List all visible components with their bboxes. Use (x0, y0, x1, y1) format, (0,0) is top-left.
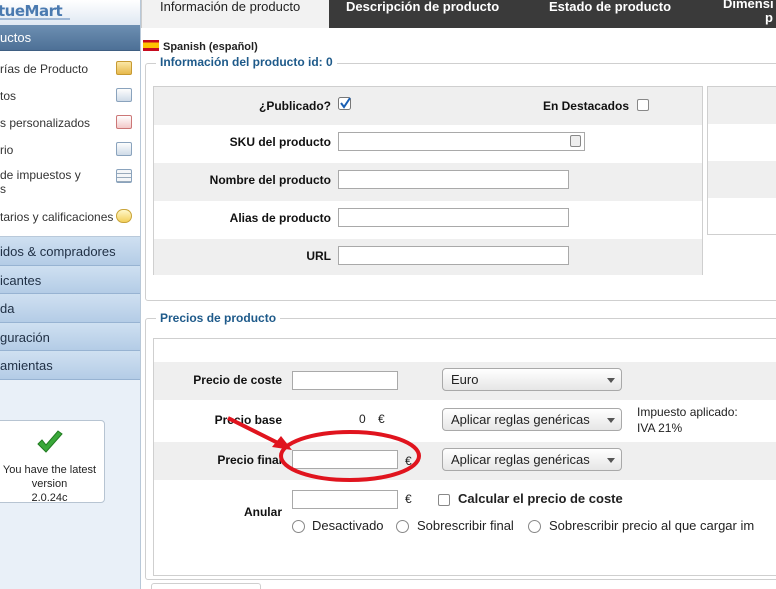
app-window: tueMart uctos rías de Producto tos s per… (0, 0, 776, 589)
annotation-arrow-line (227, 416, 283, 447)
annotation-ellipse (279, 430, 421, 482)
annotation-overlay (227, 416, 421, 482)
